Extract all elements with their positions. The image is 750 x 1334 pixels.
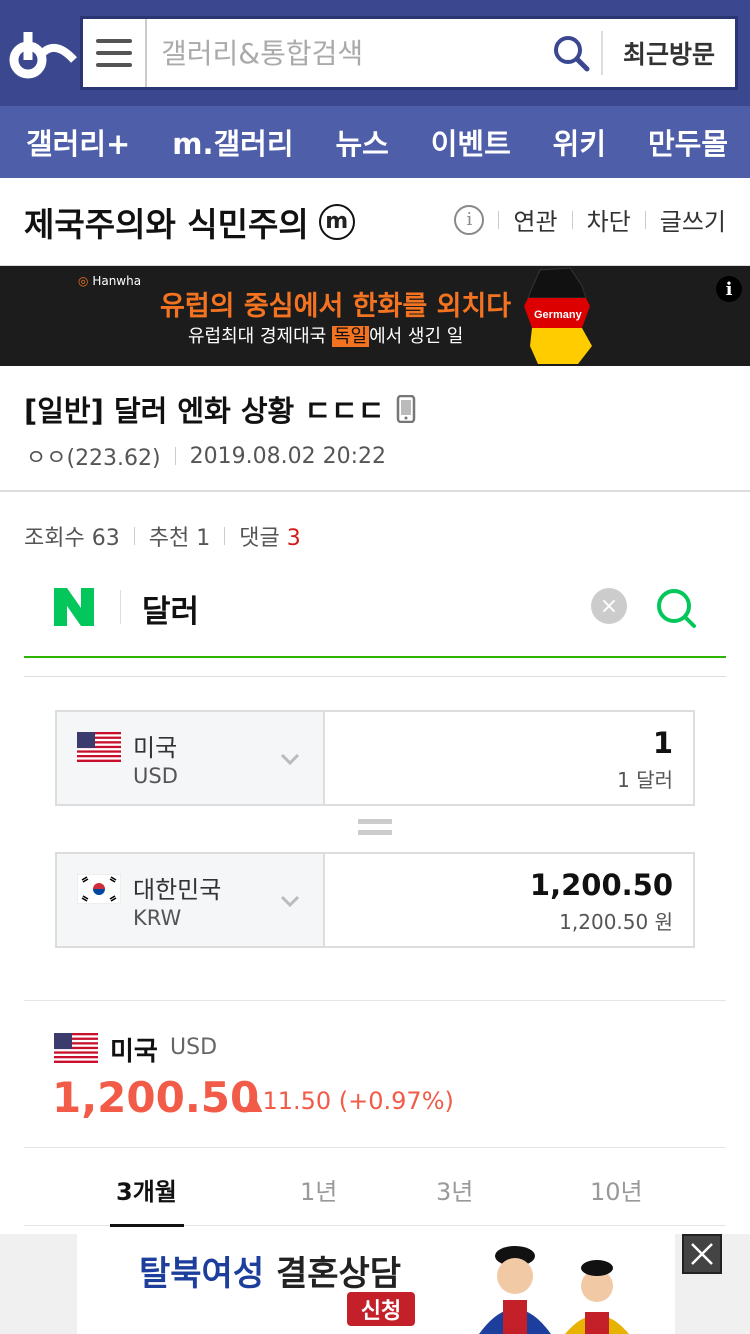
currency-converter: 미국 USD 1 1 달러 대한민국 KRW 1,200.50 1,200.50… <box>24 676 726 1001</box>
hanwha-logo: ◎ Hanwha <box>78 274 142 288</box>
wedding-couple-image <box>479 1246 629 1334</box>
chevron-down-icon <box>280 895 300 908</box>
naver-search-query[interactable]: 달러 <box>142 586 199 631</box>
from-currency-select[interactable]: 미국 USD <box>57 712 325 804</box>
tab-1-year[interactable]: 1년 <box>300 1172 337 1207</box>
to-currency-code: KRW <box>133 906 182 930</box>
exchange-rate: 미국 USD 1,200.50 ▲11.50 (+0.97%) <box>24 1000 726 1148</box>
bottom-ad-title: 탈북여성 결혼상담 <box>139 1254 402 1294</box>
from-currency-name: 미국 <box>133 734 178 762</box>
naver-search-icon[interactable] <box>654 586 698 630</box>
post-header: [일반] 달러 엔화 상황 ㄷㄷㄷ ㅇㅇ(223.62) 2019.08.02 … <box>0 366 750 492</box>
gallery-title[interactable]: 제국주의와 식민주의 <box>24 198 309 246</box>
rate-country: 미국 <box>110 1037 158 1067</box>
minor-gallery-badge: m <box>318 203 355 240</box>
nav-item-m-gallery[interactable]: m.갤러리 <box>172 121 293 163</box>
post-stats: 조회수 63 추천 1 댓글 3 <box>24 520 301 552</box>
equals-icon <box>358 819 392 835</box>
apply-button[interactable]: 신청 <box>347 1292 415 1326</box>
bottom-ad-banner[interactable]: 탈북여성 결혼상담 신청 <box>76 1234 676 1334</box>
recommend-count: 추천 1 <box>148 526 211 551</box>
clear-query-button[interactable]: × <box>591 588 627 624</box>
search-input[interactable] <box>147 19 541 87</box>
to-currency-select[interactable]: 대한민국 KRW <box>57 854 325 946</box>
gallery-header: 제국주의와 식민주의 m i 연관 차단 글쓰기 <box>0 178 750 266</box>
top-ad-banner[interactable]: ◎ Hanwha 유럽의 중심에서 한화를 외치다 유럽최대 경제대국 독일 에서… <box>0 266 750 366</box>
post-meta: ㅇㅇ(223.62) 2019.08.02 20:22 <box>26 440 386 472</box>
related-button[interactable]: 연관 <box>513 202 557 237</box>
main-nav: 갤러리+ m.갤러리 뉴스 이벤트 위키 만두몰 <box>0 106 750 178</box>
rate-code: USD <box>170 1035 218 1060</box>
naver-logo-icon[interactable] <box>54 588 94 626</box>
to-amount: 1,200.50 <box>529 868 673 902</box>
rate-change: ▲11.50 (+0.97%) <box>244 1087 454 1115</box>
close-icon <box>691 1243 713 1265</box>
from-amount-words: 1 달러 <box>617 768 673 792</box>
from-currency-code: USD <box>133 764 178 788</box>
nav-item-wiki[interactable]: 위키 <box>553 121 606 163</box>
post-date: 2019.08.02 20:22 <box>189 443 386 469</box>
germany-map-icon: Germany <box>524 267 592 364</box>
close-ad-button[interactable] <box>682 1234 722 1274</box>
to-amount-field[interactable]: 1,200.50 1,200.50 원 <box>325 854 693 946</box>
to-currency-name: 대한민국 <box>133 876 222 904</box>
view-count: 조회수 63 <box>24 526 120 551</box>
search-button[interactable] <box>541 19 601 87</box>
active-tab-indicator <box>110 1224 184 1227</box>
nav-item-event[interactable]: 이벤트 <box>431 121 511 163</box>
nav-item-news[interactable]: 뉴스 <box>335 121 388 163</box>
to-currency-row: 대한민국 KRW 1,200.50 1,200.50 원 <box>55 852 695 948</box>
write-button[interactable]: 글쓰기 <box>660 202 726 237</box>
mobile-phone-icon <box>397 395 416 423</box>
search-box: 최근방문 <box>80 16 738 90</box>
period-tabs: 3개월 1년 3년 10년 <box>24 1148 726 1227</box>
from-currency-row: 미국 USD 1 1 달러 <box>55 710 695 806</box>
block-button[interactable]: 차단 <box>587 202 631 237</box>
recent-visits-button[interactable]: 최근방문 <box>601 31 735 75</box>
chevron-down-icon <box>280 753 300 766</box>
menu-button[interactable] <box>83 19 147 87</box>
tab-3-months[interactable]: 3개월 <box>116 1172 177 1207</box>
ad-headline: 유럽의 중심에서 한화를 외치다 <box>160 291 512 322</box>
tab-3-years[interactable]: 3년 <box>436 1172 473 1207</box>
comment-count[interactable]: 댓글 3 <box>239 520 300 552</box>
us-flag-icon <box>77 732 121 762</box>
from-amount: 1 <box>652 726 673 760</box>
rate-value: 1,200.50 <box>52 1073 260 1122</box>
ad-info-icon[interactable]: i <box>716 276 742 302</box>
info-icon[interactable]: i <box>454 204 485 235</box>
naver-search-bar: 달러 × <box>24 566 726 658</box>
nav-item-mandu-mall[interactable]: 만두몰 <box>648 121 728 163</box>
svg-text:Germany: Germany <box>534 309 583 321</box>
gallery-actions: i 연관 차단 글쓰기 <box>454 202 726 237</box>
tab-10-years[interactable]: 10년 <box>590 1172 643 1207</box>
nav-item-gallery-plus[interactable]: 갤러리+ <box>26 121 130 163</box>
post-title: [일반] 달러 엔화 상황 ㄷㄷㄷ <box>24 388 416 430</box>
post-author[interactable]: ㅇㅇ(223.62) <box>26 440 161 472</box>
to-amount-words: 1,200.50 원 <box>559 910 673 934</box>
from-amount-field[interactable]: 1 1 달러 <box>325 712 693 804</box>
search-icon <box>554 36 590 72</box>
dc-logo-icon[interactable] <box>8 22 78 82</box>
us-flag-icon <box>54 1033 98 1063</box>
ad-subtext: 유럽최대 경제대국 독일 에서 생긴 일 <box>188 326 464 347</box>
top-bar: 최근방문 <box>0 0 750 106</box>
kr-flag-icon <box>77 874 121 904</box>
